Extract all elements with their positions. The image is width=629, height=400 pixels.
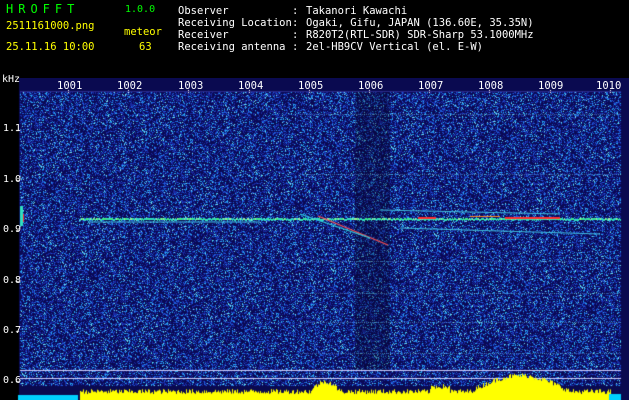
info-value-observer: Takanori Kawachi	[306, 5, 408, 17]
x-tick-label: 1010	[596, 80, 622, 92]
x-tick-label: 1007	[418, 80, 444, 92]
y-tick-label: 0.6	[3, 375, 22, 386]
x-tick-label: 1002	[117, 80, 143, 92]
x-tick-label: 1003	[178, 80, 204, 92]
x-tick-label: 1001	[57, 80, 83, 92]
y-tick-label: 0.7	[3, 325, 22, 336]
x-tick-label: 1008	[478, 80, 504, 92]
info-value-location: Ogaki, Gifu, JAPAN (136.60E, 35.35N)	[306, 17, 534, 29]
meteor-label: meteor	[124, 26, 162, 38]
y-tick-label: 0.8	[3, 275, 22, 286]
info-colon: :	[292, 17, 299, 29]
x-tick-label: 1004	[238, 80, 264, 92]
info-value-receiver: R820T2(RTL-SDR) SDR-Sharp 53.1000MHz	[306, 29, 534, 41]
info-label-location: Receiving Location	[178, 17, 292, 29]
x-tick-label: 1005	[298, 80, 324, 92]
info-label-antenna: Receiving antenna	[178, 41, 286, 53]
file-name: 2511161000.png	[6, 20, 95, 32]
app-version: 1.0.0	[125, 4, 156, 15]
y-tick-label: 1.1	[3, 123, 22, 134]
meteor-count: 63	[139, 41, 152, 53]
info-label-receiver: Receiver	[178, 29, 229, 41]
y-axis-unit: kHz	[2, 74, 21, 85]
y-tick-label: 0.9	[3, 224, 22, 235]
info-colon: :	[292, 5, 299, 17]
y-tick-label: 1.0	[3, 174, 22, 185]
file-datetime: 25.11.16 10:00	[6, 41, 95, 53]
x-tick-label: 1006	[358, 80, 384, 92]
info-colon: :	[292, 29, 299, 41]
spectrogram-plot	[0, 78, 629, 400]
info-colon: :	[292, 41, 299, 53]
info-label-observer: Observer	[178, 5, 229, 17]
header-panel: HROFFT 1.0.0 2511161000.png meteor 25.11…	[0, 0, 629, 78]
x-tick-label: 1009	[538, 80, 564, 92]
app-title: HROFFT	[6, 2, 80, 16]
info-value-antenna: 2el-HB9CV Vertical (el. E-W)	[306, 41, 484, 53]
